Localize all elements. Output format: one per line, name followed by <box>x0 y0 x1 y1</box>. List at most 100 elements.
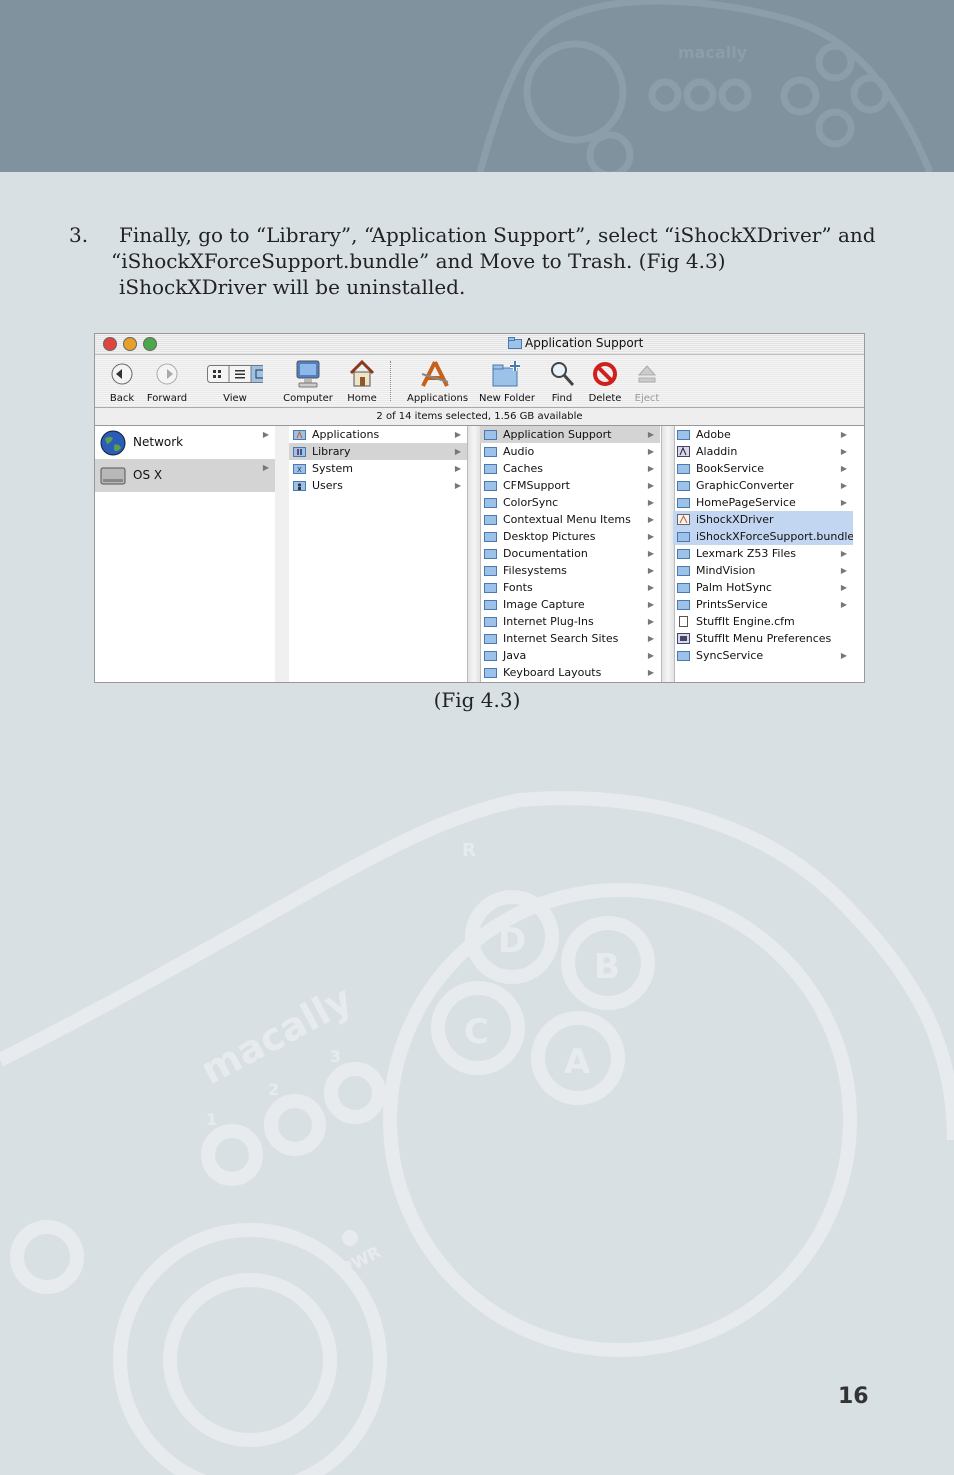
button-letter-c: C <box>464 1012 489 1052</box>
folder-icon <box>677 549 690 559</box>
aladdin-app-icon <box>677 446 690 457</box>
zoom-icon <box>143 337 157 351</box>
folder-icon <box>677 430 690 440</box>
folder-icon <box>484 481 497 491</box>
folder-icon <box>484 498 497 508</box>
instruction-line-3: iShockXDriver will be uninstalled. <box>119 275 466 299</box>
list-item: ColorSync ▶ <box>480 494 660 511</box>
list-item: Internet Search Sites ▶ <box>480 630 660 647</box>
list-item: Contextual Menu Items ▶ <box>480 511 660 528</box>
folder-icon <box>484 566 497 576</box>
list-item: StuffIt Menu Preferences <box>673 630 853 647</box>
preferences-file-icon <box>677 633 690 644</box>
applications-button: Applications <box>407 359 468 404</box>
list-item: StuffIt Engine.cfm <box>673 613 853 630</box>
folder-icon <box>508 337 522 349</box>
folder-icon <box>677 464 690 474</box>
button-number-3: 3 <box>330 1047 341 1066</box>
minimize-icon <box>123 337 137 351</box>
list-item: Audio ▶ <box>480 443 660 460</box>
list-item: PrintsService ▶ <box>673 596 853 613</box>
page-number: 16 <box>838 1384 869 1409</box>
home-icon <box>349 360 375 387</box>
list-item: Caches ▶ <box>480 460 660 477</box>
home-button: Home <box>334 359 390 404</box>
list-item: HomePageService ▶ <box>673 494 853 511</box>
instruction-line-2: “iShockXForceSupport.bundle” and Move to… <box>111 249 726 273</box>
view-mode-icon <box>207 365 263 383</box>
button-letter-a: A <box>564 1042 591 1082</box>
list-item: Keyboard Layouts ▶ <box>480 664 660 681</box>
folder-icon <box>677 651 690 661</box>
button-letter-b: B <box>594 947 620 987</box>
forward-arrow-icon <box>156 363 178 385</box>
folder-icon <box>484 464 497 474</box>
folder-icon <box>484 583 497 593</box>
figure-caption: (Fig 4.3) <box>433 688 521 712</box>
list-item: Fonts ▶ <box>480 579 660 596</box>
window-title: Application Support <box>525 336 644 350</box>
file-icon <box>679 616 688 627</box>
list-item: Aladdin ▶ <box>673 443 853 460</box>
computer-button: Computer <box>280 359 336 404</box>
delete-icon <box>593 362 617 386</box>
back-arrow-icon <box>111 363 133 385</box>
list-item: GraphicConverter ▶ <box>673 477 853 494</box>
list-item: Palm HotSync ▶ <box>673 579 853 596</box>
list-item: X System ▶ <box>289 460 467 477</box>
application-support-column: Adobe ▶ Aladdin ▶ BookService ▶ GraphicConv… <box>673 426 853 682</box>
pwr-label: PWR <box>338 1242 384 1278</box>
list-item-selected: Application Support ▶ <box>480 426 660 443</box>
system-folder-icon: X <box>293 464 306 474</box>
list-item: Image Capture ▶ <box>480 596 660 613</box>
bundle-folder-icon <box>677 532 690 542</box>
applications-folder-icon <box>293 430 306 440</box>
library-folder-icon <box>293 447 306 457</box>
list-item: Internet Plug-Ins ▶ <box>480 613 660 630</box>
folder-icon <box>484 651 497 661</box>
folder-icon <box>484 447 497 457</box>
column-divider <box>467 426 481 682</box>
button-letter-d: D <box>498 921 526 961</box>
eject-icon <box>637 365 657 383</box>
list-item-selected: Library ▶ <box>289 443 467 460</box>
folder-icon <box>484 617 497 627</box>
svg-text:X: X <box>297 466 302 474</box>
folder-icon <box>484 430 497 440</box>
status-bar: 2 of 14 items selected, 1.56 GB availabl… <box>95 408 864 426</box>
folder-icon <box>484 634 497 644</box>
computer-icon <box>296 360 320 388</box>
button-letter-r: R <box>462 840 476 861</box>
list-item: Desktop Pictures ▶ <box>480 528 660 545</box>
button-number-1: 1 <box>206 1110 217 1129</box>
header-band: macally <box>0 0 954 172</box>
folder-icon <box>484 549 497 559</box>
list-item: Lexmark Z53 Files ▶ <box>673 545 853 562</box>
list-item: MindVision ▶ <box>673 562 853 579</box>
folder-icon <box>677 600 690 610</box>
list-item: CFMSupport ▶ <box>480 477 660 494</box>
close-icon <box>103 337 117 351</box>
list-item: BookService ▶ <box>673 460 853 477</box>
folder-icon <box>484 668 497 678</box>
button-number-2: 2 <box>268 1080 279 1099</box>
new-folder-button: New Folder <box>479 359 535 404</box>
folder-icon <box>484 532 497 542</box>
list-item: Java ▶ <box>480 647 660 664</box>
list-item: Users ▶ <box>289 477 467 494</box>
folder-icon <box>677 583 690 593</box>
network-globe-icon <box>100 430 126 455</box>
users-folder-icon <box>293 481 306 491</box>
finder-toolbar: Back Forward View Computer Home Applicat… <box>95 355 864 408</box>
list-item: SyncService ▶ <box>673 647 853 664</box>
list-item-selected: iShockXDriver <box>673 511 853 528</box>
hard-disk-icon <box>100 467 126 484</box>
forward-button: Forward <box>139 359 195 404</box>
folder-icon <box>484 515 497 525</box>
root-column: Applications ▶ Library ▶ X System ▶ Users ▶ <box>289 426 467 682</box>
folder-icon <box>677 498 690 508</box>
list-item-selected: iShockXForceSupport.bundle <box>673 528 853 545</box>
folder-icon <box>677 566 690 576</box>
instruction-line-1: Finally, go to “Library”, “Application S… <box>119 223 876 247</box>
list-item: Adobe ▶ <box>673 426 853 443</box>
